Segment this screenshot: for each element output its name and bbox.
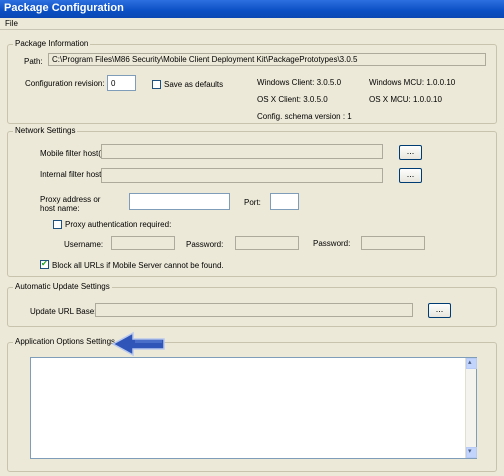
block-urls-label: Block all URLs if Mobile Server cannot b… bbox=[52, 261, 224, 270]
mobile-filter-label: Mobile filter host(s): bbox=[40, 149, 110, 158]
internal-filter-browse-button[interactable]: ... bbox=[399, 168, 422, 183]
callout-arrow-icon bbox=[111, 331, 165, 357]
update-url-field bbox=[95, 303, 413, 317]
port-input[interactable] bbox=[270, 193, 299, 210]
password-confirm-label: Password: bbox=[313, 239, 351, 248]
path-label: Path: bbox=[24, 57, 43, 66]
update-url-browse-button[interactable]: ... bbox=[428, 303, 451, 318]
osx-mcu-version: OS X MCU: 1.0.0.10 bbox=[369, 95, 442, 104]
proxy-auth-label: Proxy authentication required: bbox=[65, 220, 172, 229]
title-bar: Package Configuration bbox=[0, 0, 504, 18]
mobile-filter-browse-button[interactable]: ... bbox=[399, 145, 422, 160]
password-confirm-field bbox=[361, 236, 425, 250]
windows-client-version: Windows Client: 3.0.5.0 bbox=[257, 78, 342, 87]
windows-mcu-version: Windows MCU: 1.0.0.10 bbox=[369, 78, 456, 87]
path-value: C:\Program Files\M86 Security\Mobile Cli… bbox=[52, 55, 358, 64]
save-defaults-label: Save as defaults bbox=[164, 80, 224, 89]
config-revision-input[interactable]: 0 bbox=[107, 75, 136, 91]
proxy-address-input[interactable] bbox=[129, 193, 230, 210]
proxy-address-label: Proxy address or bbox=[40, 195, 101, 204]
auto-update-legend: Automatic Update Settings bbox=[13, 282, 112, 291]
username-label: Username: bbox=[64, 240, 104, 249]
block-urls-checkbox[interactable] bbox=[40, 259, 49, 269]
update-url-label: Update URL Base: bbox=[30, 307, 97, 316]
window-title: Package Configuration bbox=[4, 2, 124, 14]
app-options-textarea[interactable]: ▴ ▾ bbox=[30, 357, 477, 459]
save-defaults-checkbox[interactable] bbox=[152, 80, 161, 89]
config-revision-value: 0 bbox=[111, 79, 116, 88]
config-revision-label: Configuration revision: bbox=[25, 79, 105, 88]
scroll-down-arrow-icon: ▾ bbox=[468, 447, 472, 455]
app-options-scrollbar[interactable]: ▴ ▾ bbox=[465, 358, 477, 458]
username-field bbox=[111, 236, 175, 250]
scroll-up-button[interactable]: ▴ bbox=[466, 358, 477, 369]
config-schema-version: Config. schema version : 1 bbox=[257, 112, 352, 121]
path-field: C:\Program Files\M86 Security\Mobile Cli… bbox=[48, 53, 486, 66]
network-settings-legend: Network Settings bbox=[13, 126, 78, 135]
osx-client-version: OS X Client: 3.0.5.0 bbox=[257, 95, 328, 104]
app-options-legend: Application Options Settings bbox=[13, 337, 118, 346]
port-label: Port: bbox=[244, 198, 261, 207]
internal-filter-field bbox=[101, 168, 383, 183]
menu-bar: File bbox=[0, 18, 504, 30]
proxy-host-label: host name: bbox=[40, 204, 80, 213]
scroll-up-arrow-icon: ▴ bbox=[468, 358, 472, 366]
scroll-down-button[interactable]: ▾ bbox=[466, 447, 477, 458]
package-information-legend: Package Information bbox=[13, 39, 91, 48]
password-label: Password: bbox=[186, 240, 224, 249]
proxy-auth-checkbox[interactable] bbox=[53, 220, 62, 229]
mobile-filter-field bbox=[101, 144, 383, 159]
password-field bbox=[235, 236, 299, 250]
menu-file[interactable]: File bbox=[5, 19, 18, 28]
